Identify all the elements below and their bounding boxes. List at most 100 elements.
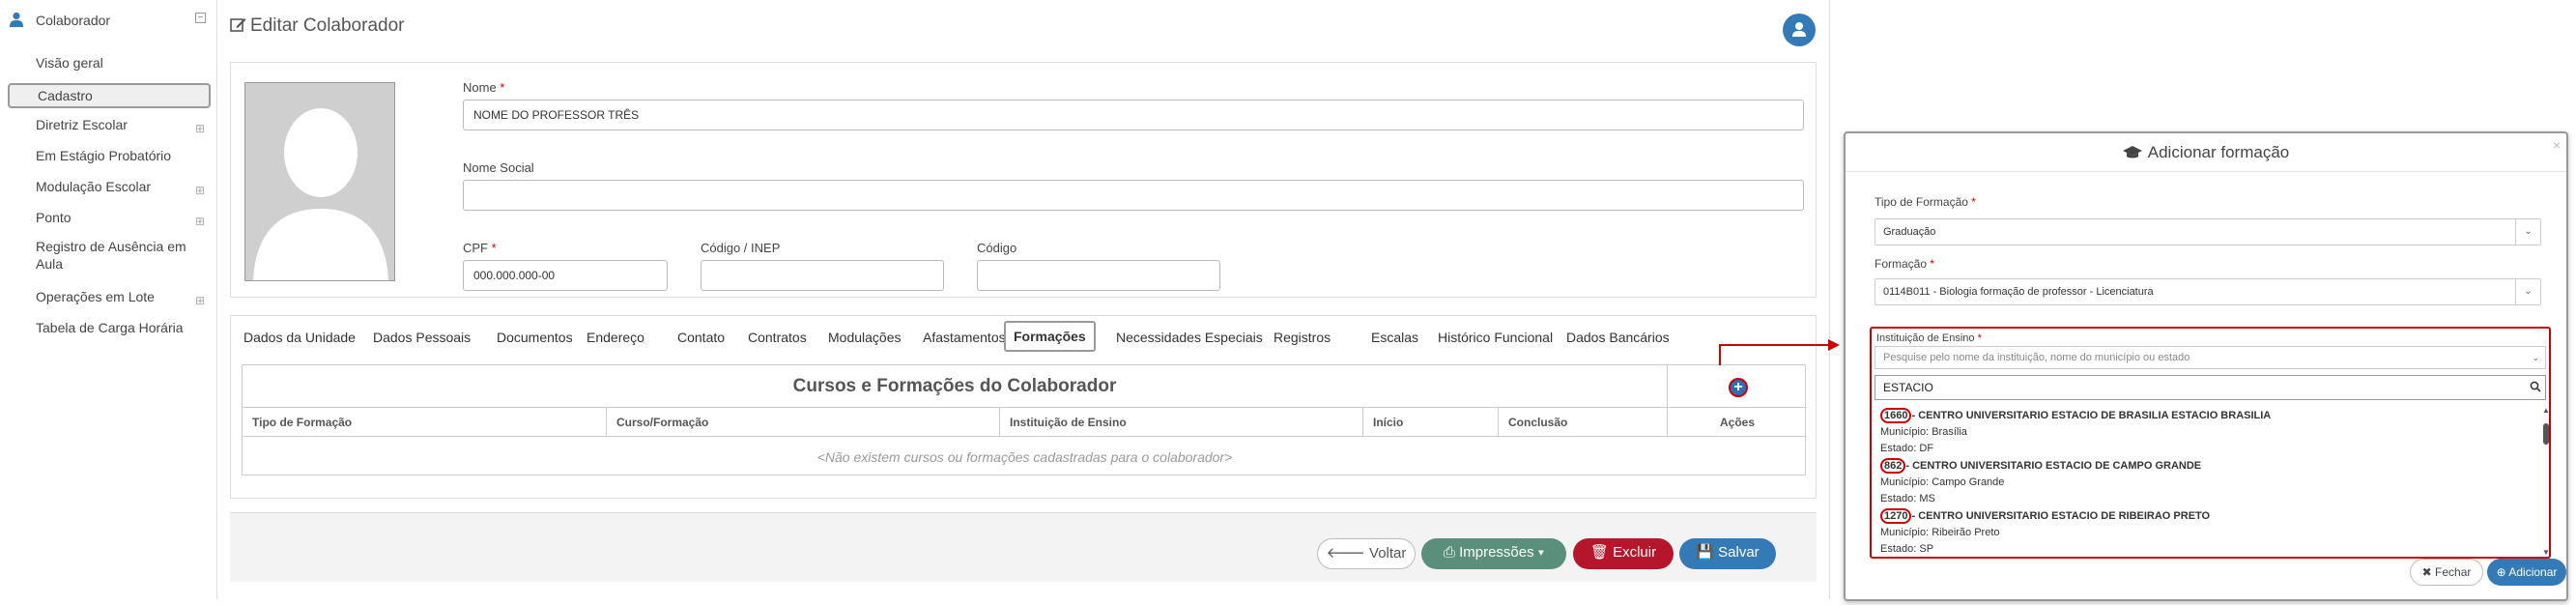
- grid-empty-message: <Não existem cursos ou formações cadastr…: [816, 449, 1233, 465]
- tab-13[interactable]: Histórico Funcional: [1438, 330, 1553, 345]
- tab-12[interactable]: Escalas: [1371, 330, 1418, 345]
- tab-4[interactable]: Endereço: [587, 330, 644, 345]
- tab-6[interactable]: Contratos: [748, 330, 807, 345]
- nome-social-label: Nome Social: [463, 160, 534, 175]
- expand-icon[interactable]: ⊞: [195, 211, 205, 232]
- sidebar-item-5[interactable]: Modulação Escolar ⊞: [8, 176, 211, 201]
- sidebar-item-9[interactable]: Tabela de Carga Horária: [8, 317, 211, 342]
- inep-label: Código / INEP: [701, 241, 781, 255]
- tipo-formacao-select[interactable]: Graduação ⌄: [1875, 218, 2541, 245]
- tab-8[interactable]: Afastamentos: [923, 330, 1006, 345]
- sidebar-item-label: Ponto: [36, 210, 72, 225]
- inep-field[interactable]: [701, 260, 944, 291]
- sidebar-item-label: Modulação Escolar: [36, 179, 152, 194]
- save-button[interactable]: 💾 Salvar: [1679, 538, 1776, 569]
- instituicao-select[interactable]: Pesquise pelo nome da instituição, nome …: [1875, 346, 2546, 369]
- instituicao-option[interactable]: 1660- CENTRO UNIVERSITARIO ESTACIO DE BR…: [1880, 408, 2271, 457]
- page-title-text: Editar Colaborador: [250, 15, 405, 36]
- sidebar-title: Colaborador: [36, 13, 111, 28]
- results-scrollbar[interactable]: ▲ ▼: [2542, 406, 2550, 557]
- avatar[interactable]: [1783, 14, 1816, 46]
- sidebar-item-4[interactable]: Em Estágio Probatório: [8, 145, 211, 170]
- grid-column-header[interactable]: Tipo de Formação: [243, 408, 607, 437]
- nome-social-field[interactable]: [463, 180, 1804, 211]
- sidebar-item-1[interactable]: Visão geral: [8, 52, 211, 77]
- instituicao-search-input[interactable]: ESTACIO: [1875, 375, 2546, 400]
- chevron-down-icon: ⌄: [2515, 279, 2540, 304]
- sidebar-item-6[interactable]: Ponto ⊞: [8, 207, 211, 232]
- expand-icon[interactable]: ⊞: [195, 118, 205, 139]
- sidebar-item-3[interactable]: Diretriz Escolar ⊞: [8, 114, 211, 139]
- cpf-field[interactable]: 000.000.000-00: [463, 260, 668, 291]
- scroll-down-icon[interactable]: ▼: [2542, 548, 2550, 557]
- back-button[interactable]: 🡐 Voltar: [1317, 538, 1416, 569]
- sidebar-header[interactable]: Colaborador −: [0, 0, 215, 41]
- grid-column-header[interactable]: Curso/Formação: [607, 408, 1000, 437]
- tab-11[interactable]: Registros: [1274, 330, 1331, 345]
- sidebar-item-label: Operações em Lote: [36, 289, 155, 304]
- profile-box: Nome * NOME DO PROFESSOR TRÊS Nome Socia…: [230, 62, 1817, 298]
- add-formacao-button[interactable]: +: [1729, 378, 1748, 397]
- tab-5[interactable]: Contato: [677, 330, 725, 345]
- printer-icon: ⎙: [1443, 544, 1455, 561]
- tabs-area: Dados da Unidade Dados Pessoais Documentos…: [230, 315, 1817, 499]
- instituicao-estado: Estado: DF: [1880, 443, 1934, 454]
- instituicao-option[interactable]: 1270- CENTRO UNIVERSITARIO ESTACIO DE RI…: [1880, 508, 2210, 557]
- tab-2[interactable]: Dados Pessoais: [373, 330, 471, 345]
- person-silhouette-icon: [253, 108, 388, 280]
- expand-icon[interactable]: ⊞: [195, 180, 205, 201]
- formacoes-grid: Cursos e Formações do Colaborador + Tipo…: [242, 364, 1807, 475]
- tab-10[interactable]: Necessidades Especiais: [1116, 330, 1263, 345]
- plus-circle-icon: ⊕: [2496, 565, 2506, 579]
- tab-7[interactable]: Modulações: [828, 330, 902, 345]
- nome-label: Nome *: [463, 80, 505, 95]
- formacao-label: Formação *: [1875, 257, 1935, 271]
- collapse-icon[interactable]: −: [195, 13, 206, 23]
- instituicao-municipio: Município: Campo Grande: [1880, 476, 2005, 488]
- tipo-formacao-label: Tipo de Formação *: [1875, 195, 1976, 209]
- arrow-left-icon: 🡐: [1326, 545, 1365, 562]
- adicionar-button[interactable]: ⊕ Adicionar: [2487, 559, 2566, 586]
- grid-title: Cursos e Formações do Colaborador: [243, 365, 1668, 408]
- main-panel: Editar Colaborador Nome * NOME DO PROFES…: [216, 0, 1830, 599]
- edit-icon: [230, 18, 246, 32]
- cpf-label: CPF *: [463, 241, 497, 255]
- grid-column-header[interactable]: Início: [1363, 408, 1499, 437]
- tab-9[interactable]: Formações: [1004, 321, 1096, 352]
- user-icon: [1792, 22, 1806, 37]
- sidebar-item-2[interactable]: Cadastro: [8, 83, 211, 108]
- sidebar-item-label: Visão geral: [36, 55, 103, 71]
- sidebar-item-label: Diretriz Escolar: [36, 117, 128, 132]
- formacao-select[interactable]: 0114B011 - Biologia formação de professo…: [1875, 278, 2541, 305]
- close-icon[interactable]: ×: [2553, 137, 2561, 153]
- fechar-button[interactable]: ✖ Fechar: [2410, 559, 2483, 586]
- instituicao-option[interactable]: 862- CENTRO UNIVERSITARIO ESTACIO DE CAM…: [1880, 458, 2201, 507]
- sidebar-item-label: Tabela de Carga Horária: [36, 320, 184, 335]
- instituicao-estado: Estado: SP: [1880, 543, 1934, 555]
- profile-photo[interactable]: [244, 82, 395, 281]
- expand-icon[interactable]: ⊞: [195, 290, 205, 311]
- tab-1[interactable]: Dados da Unidade: [243, 330, 356, 345]
- instituicao-dropdown: Instituição de Ensino * Pesquise pelo no…: [1870, 327, 2551, 559]
- nome-field[interactable]: NOME DO PROFESSOR TRÊS: [463, 100, 1804, 130]
- instituicao-label: Instituição de Ensino *: [1876, 332, 1982, 344]
- tab-14[interactable]: Dados Bancários: [1566, 330, 1670, 345]
- sidebar-item-8[interactable]: Operações em Lote ⊞: [8, 286, 211, 311]
- annotation-arrow: [1719, 339, 1840, 365]
- instituicao-code: 862: [1880, 458, 1906, 474]
- tab-3[interactable]: Documentos: [497, 330, 573, 345]
- print-button[interactable]: ⎙ Impressões ▾: [1421, 538, 1566, 569]
- codigo-field[interactable]: [977, 260, 1220, 291]
- caret-down-icon: ▾: [1537, 544, 1545, 561]
- scroll-thumb[interactable]: [2543, 423, 2549, 445]
- sidebar-item-7[interactable]: Registro de Ausência em Aula: [8, 238, 211, 276]
- delete-button[interactable]: 🗑 Excluir: [1573, 538, 1674, 569]
- scroll-up-icon[interactable]: ▲: [2542, 406, 2550, 415]
- sidebar: Colaborador − Visão geral Cadastro Diretri…: [0, 0, 215, 343]
- grid-column-header[interactable]: Ações: [1668, 408, 1807, 437]
- grid-column-header[interactable]: Instituição de Ensino: [1000, 408, 1363, 437]
- instituicao-code: 1660: [1880, 408, 1912, 423]
- grid-column-header[interactable]: Conclusão: [1499, 408, 1668, 437]
- sidebar-item-label: Cadastro: [38, 88, 93, 103]
- add-formacao-modal: Adicionar formação × Tipo de Formação * …: [1844, 131, 2568, 601]
